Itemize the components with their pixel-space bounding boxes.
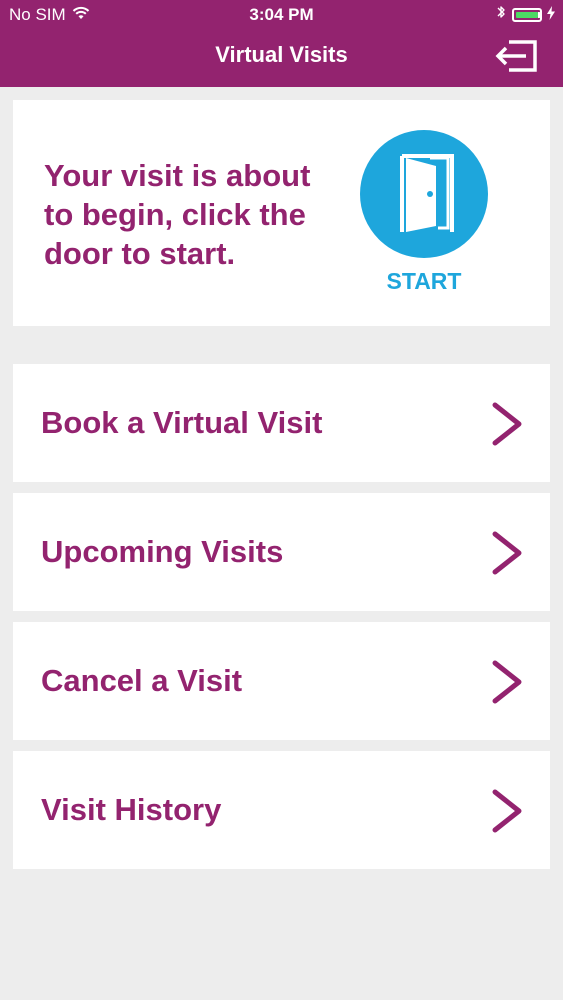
start-visit-card: Your visit is about to begin, click the … bbox=[13, 100, 550, 326]
page-title: Virtual Visits bbox=[215, 42, 348, 67]
start-visit-button[interactable]: START bbox=[360, 130, 490, 300]
menu-item-visit-history[interactable]: Visit History bbox=[13, 751, 550, 869]
start-visit-message: Your visit is about to begin, click the … bbox=[44, 158, 311, 271]
status-bar: No SIM 3:04 PM bbox=[0, 0, 563, 30]
menu-item-label: Cancel a Visit bbox=[41, 663, 243, 698]
menu-item-upcoming-visits[interactable]: Upcoming Visits bbox=[13, 493, 550, 611]
chevron-right-icon bbox=[492, 660, 522, 704]
logout-icon bbox=[495, 40, 537, 72]
status-right bbox=[496, 4, 555, 25]
chevron-right-icon bbox=[492, 789, 522, 833]
bluetooth-icon bbox=[496, 4, 506, 25]
charging-bolt-icon bbox=[547, 5, 555, 25]
status-time: 3:04 PM bbox=[249, 5, 314, 24]
battery-level bbox=[516, 11, 538, 18]
logout-button[interactable] bbox=[495, 38, 539, 74]
menu-item-book-virtual-visit[interactable]: Book a Virtual Visit bbox=[13, 364, 550, 482]
chevron-right-icon bbox=[492, 531, 522, 575]
start-label: START bbox=[386, 268, 462, 294]
menu-item-label: Visit History bbox=[41, 792, 222, 827]
menu-item-cancel-visit[interactable]: Cancel a Visit bbox=[13, 622, 550, 740]
app-header: No SIM 3:04 PM Virtual Visits bbox=[0, 0, 563, 87]
menu-item-label: Book a Virtual Visit bbox=[41, 405, 323, 440]
menu-item-label: Upcoming Visits bbox=[41, 534, 284, 569]
battery-icon bbox=[512, 7, 542, 22]
chevron-right-icon bbox=[492, 402, 522, 446]
door-icon bbox=[360, 130, 488, 258]
battery-body bbox=[512, 7, 542, 22]
